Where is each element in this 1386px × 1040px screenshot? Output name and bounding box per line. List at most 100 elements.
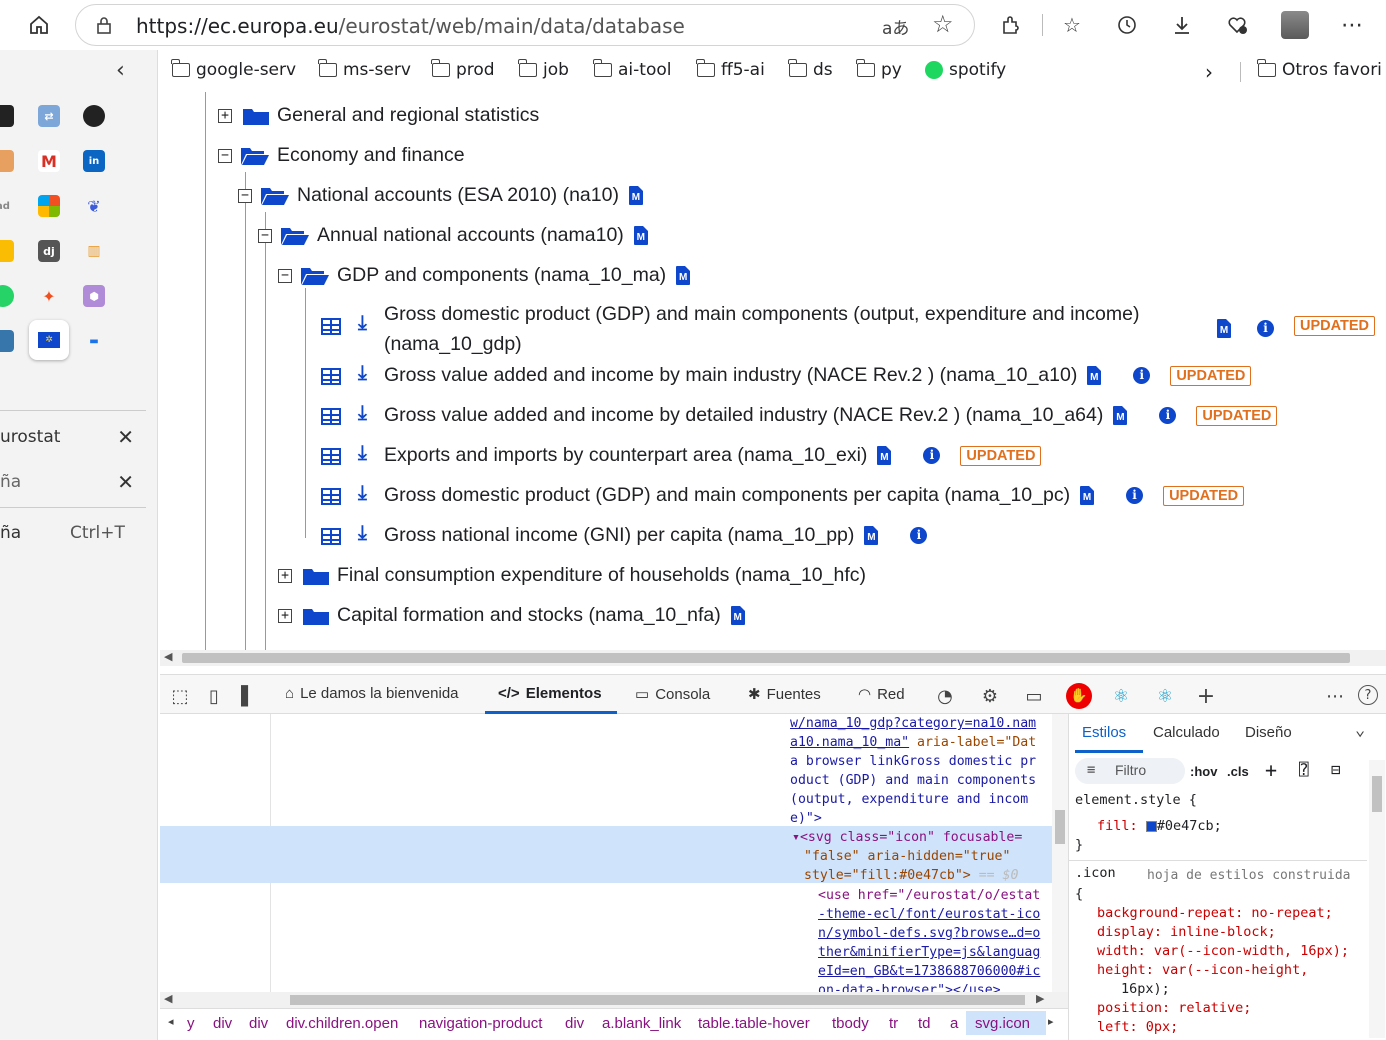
collapse-chevron-icon[interactable]: ‹ bbox=[116, 58, 125, 83]
info-icon[interactable]: i bbox=[1257, 320, 1274, 337]
dock-side-icon[interactable]: ▌ bbox=[236, 685, 260, 707]
toggle-print-icon[interactable]: ⍰ bbox=[1299, 760, 1309, 779]
download-icon[interactable]: ⤓ bbox=[358, 482, 367, 505]
selected-svg-node[interactable]: ▾<svg class="icon" focusable= bbox=[792, 828, 1022, 847]
breadcrumb-item[interactable]: a bbox=[950, 1015, 958, 1032]
github-app-icon[interactable] bbox=[0, 105, 14, 127]
info-icon[interactable]: i bbox=[1126, 487, 1144, 504]
info-icon[interactable]: i bbox=[923, 447, 941, 464]
bookmarks-overflow-chevron-icon[interactable]: › bbox=[1205, 60, 1213, 84]
metadata-icon[interactable]: M bbox=[1113, 406, 1128, 425]
info-icon[interactable]: i bbox=[1159, 407, 1177, 424]
favorites-icon[interactable]: ☆ bbox=[1057, 10, 1087, 40]
breadcrumb-item[interactable]: div bbox=[249, 1015, 268, 1032]
collapse-toggle[interactable]: − bbox=[258, 229, 272, 243]
bird-app-icon[interactable]: ❦ bbox=[83, 195, 105, 217]
bookmark-other-favorites[interactable]: Otros favori bbox=[1257, 59, 1382, 80]
scroll-right-icon[interactable]: ▶ bbox=[1036, 992, 1044, 1005]
share-app-icon[interactable]: ⇄ bbox=[38, 105, 60, 127]
inspect-icon[interactable]: ⬚ bbox=[168, 685, 192, 707]
style-declaration[interactable]: left: 0px; bbox=[1097, 1018, 1178, 1037]
style-rule-selector[interactable]: element.style { bbox=[1075, 791, 1197, 810]
url-text[interactable]: https://ec.europa.eu/eurostat/web/main/d… bbox=[136, 14, 685, 38]
more-options-icon[interactable]: ⋯ bbox=[1323, 685, 1347, 707]
dataset-nama-10-a64[interactable]: Gross value added and income by detailed… bbox=[384, 404, 1278, 427]
help-icon[interactable]: ? bbox=[1358, 685, 1378, 705]
style-declaration[interactable]: display: inline-block; bbox=[1097, 923, 1276, 942]
hov-toggle[interactable]: :hov bbox=[1190, 764, 1217, 779]
style-declaration[interactable]: background-repeat: no-repeat; bbox=[1097, 904, 1333, 923]
sidebar-tab-2[interactable]: ña ✕ bbox=[0, 470, 146, 494]
dom-text[interactable]: on-data-browser"></use> bbox=[818, 981, 1001, 992]
expand-toggle[interactable]: + bbox=[278, 569, 292, 583]
profile-avatar[interactable] bbox=[1281, 11, 1309, 39]
breadcrumb-item[interactable]: td bbox=[918, 1015, 931, 1032]
style-source[interactable]: hoja de estilos construida bbox=[1147, 866, 1351, 885]
toggle-sidebar-icon[interactable]: ⊟ bbox=[1331, 760, 1341, 779]
dataset-nama-10-a10[interactable]: Gross value added and income by main ind… bbox=[384, 364, 1252, 387]
tree-node-gdp-components[interactable]: GDP and components (nama_10_ma) M bbox=[337, 264, 691, 287]
python-icon[interactable] bbox=[0, 330, 14, 352]
tree-node-national-accounts[interactable]: National accounts (ESA 2010) (na10) M bbox=[297, 184, 643, 207]
tree-node-general-regional[interactable]: General and regional statistics bbox=[277, 104, 539, 127]
table-icon[interactable] bbox=[321, 368, 341, 385]
eu-app-tile[interactable]: ✲ bbox=[29, 320, 69, 360]
react-profiler-icon[interactable]: ⚛ bbox=[1153, 685, 1177, 707]
whatsapp-icon[interactable] bbox=[0, 285, 14, 307]
style-rule-selector[interactable]: .icon bbox=[1075, 864, 1116, 883]
metadata-icon[interactable]: M bbox=[864, 526, 879, 545]
info-icon[interactable]: i bbox=[910, 527, 928, 544]
dom-text[interactable]: oduct (GDP) and main components bbox=[790, 771, 1036, 790]
dataset-nama-10-gdp[interactable]: Gross domestic product (GDP) and main co… bbox=[384, 299, 1139, 359]
read-aloud-icon[interactable]: aあ bbox=[882, 14, 909, 39]
table-icon[interactable] bbox=[321, 488, 341, 505]
dom-text[interactable]: -theme-ecl/font/eurostat-ico bbox=[818, 905, 1040, 924]
metadata-icon[interactable]: M bbox=[633, 226, 648, 245]
download-icon[interactable]: ⤓ bbox=[358, 312, 367, 335]
device-emulation-icon[interactable]: ▯ bbox=[202, 685, 226, 707]
bookmark-ms-serv[interactable]: ms-serv bbox=[318, 59, 411, 80]
app-icon[interactable] bbox=[0, 150, 14, 172]
download-icon[interactable] bbox=[1167, 10, 1197, 40]
scrollbar-thumb[interactable] bbox=[1055, 810, 1065, 844]
color-swatch[interactable] bbox=[1145, 820, 1157, 832]
add-tool-icon[interactable]: + bbox=[1194, 684, 1218, 709]
breadcrumb-item[interactable]: y bbox=[187, 1015, 195, 1032]
tab-sources[interactable]: ✱ Fuentes bbox=[748, 685, 821, 704]
styles-filter-input[interactable]: ≡ Filtro bbox=[1075, 758, 1185, 784]
application-icon[interactable]: ▭ bbox=[1022, 685, 1046, 707]
style-declaration[interactable]: height: var(--icon-height, bbox=[1097, 961, 1308, 980]
breadcrumb-item[interactable]: div bbox=[565, 1015, 584, 1032]
dom-text[interactable]: ther&minifierType=js&languag bbox=[818, 943, 1040, 962]
bookmark-google-serv[interactable]: google-serv bbox=[171, 59, 296, 80]
download-icon[interactable]: ⤓ bbox=[358, 362, 367, 385]
scrollbar-thumb[interactable] bbox=[290, 995, 1025, 1005]
bookmark-ff5-ai[interactable]: ff5-ai bbox=[696, 59, 765, 80]
scroll-left-icon[interactable]: ◀ bbox=[164, 992, 172, 1005]
bookmark-spotify[interactable]: spotify bbox=[925, 60, 1006, 80]
react-icon[interactable]: ⚛ bbox=[1109, 685, 1133, 707]
breadcrumb-item[interactable]: div.children.open bbox=[286, 1015, 398, 1032]
close-icon[interactable]: ✕ bbox=[117, 470, 134, 494]
sidebar-tab-eurostat[interactable]: urostat ✕ bbox=[0, 425, 146, 449]
collapse-toggle[interactable]: − bbox=[238, 189, 252, 203]
performance-icon[interactable]: ◔ bbox=[933, 685, 957, 707]
lock-icon[interactable] bbox=[96, 16, 112, 38]
tab-console[interactable]: ▭ Consola bbox=[635, 685, 710, 704]
download-icon[interactable]: ⤓ bbox=[358, 522, 367, 545]
metadata-icon[interactable]: M bbox=[877, 446, 892, 465]
extensions-icon[interactable] bbox=[996, 10, 1026, 40]
elements-dom-tree[interactable]: w/nama_10_gdp?category=na10.nam a10.nama… bbox=[160, 714, 1068, 992]
adblock-icon[interactable]: ✋ bbox=[1066, 683, 1092, 709]
github-icon[interactable] bbox=[83, 105, 105, 127]
app-icon[interactable]: ad bbox=[0, 195, 14, 217]
breadcrumb-item-selected[interactable]: svg.icon bbox=[975, 1015, 1030, 1032]
table-icon[interactable] bbox=[321, 318, 341, 335]
tab-elements[interactable]: </> Elementos bbox=[498, 685, 602, 702]
table-icon[interactable] bbox=[321, 408, 341, 425]
microsoft-icon[interactable] bbox=[38, 195, 60, 217]
tab-styles[interactable]: Estilos bbox=[1082, 724, 1126, 741]
metadata-icon[interactable]: M bbox=[1080, 486, 1095, 505]
dom-horizontal-scrollbar[interactable]: ◀ ▶ bbox=[160, 992, 1068, 1008]
chevron-down-icon[interactable]: ⌄ bbox=[1355, 720, 1365, 740]
